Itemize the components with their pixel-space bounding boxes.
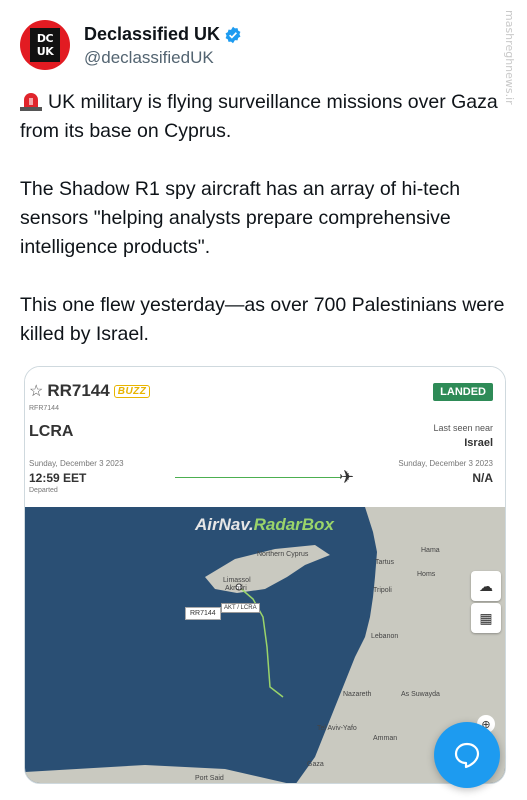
map-label-tel-aviv: Tel Aviv-Yafo [317, 725, 357, 732]
flight-title-row: ☆ RR7144 BUZZ [29, 381, 151, 401]
star-icon: ☆ [29, 383, 44, 400]
track-label: AKT / LCRA [221, 603, 260, 613]
map-label-homs: Homs [417, 571, 436, 578]
avatar-text-bottom: UK [36, 45, 54, 58]
airline-logo: BUZZ [113, 384, 151, 398]
message-bubble-icon [454, 742, 480, 769]
map-label-nazareth: Nazareth [343, 691, 372, 698]
callsign: RFR7144 [29, 405, 59, 412]
brand-main: AirNav. [195, 515, 254, 534]
message-bubble-button[interactable] [434, 722, 500, 788]
departure-date: Sunday, December 3 2023 [29, 459, 124, 468]
route-progress-line [175, 477, 341, 478]
tweet-paragraph-1-text: UK military is flying surveillance missi… [20, 91, 498, 142]
tweet-text: UK military is flying surveillance missi… [20, 88, 510, 378]
map-label-tripoli: Tripoli [373, 587, 392, 594]
arrival-date: Sunday, December 3 2023 [398, 459, 493, 468]
flight-tracker-image[interactable]: ☆ RR7144 BUZZ RFR7144 LANDED LCRA Last s… [24, 366, 506, 784]
flight-number: RR7144 [47, 381, 110, 400]
handle[interactable]: @declassifiedUK [84, 48, 214, 68]
map-label-akrotiri: Akrotiri [225, 585, 247, 592]
map-label-gaza: Gaza [307, 761, 324, 768]
rotating-light-icon [20, 93, 42, 111]
tweet-paragraph-3: This one flew yesterday—as over 700 Pale… [20, 294, 505, 345]
tweet-paragraph-1: UK military is flying surveillance missi… [20, 88, 510, 146]
avatar-logo: DC UK [30, 28, 60, 62]
last-seen-label: Last seen near [433, 423, 493, 433]
map-label-amman: Amman [373, 735, 398, 742]
arrival-value: N/A [472, 471, 493, 485]
departure-time: 12:59 EET [29, 471, 87, 485]
map-label-port-said: Port Said [195, 775, 224, 782]
flight-map: AirNav.RadarBox Northern Cyprus Limassol… [25, 507, 505, 783]
map-label-northern-cyprus: Northern Cyprus [257, 551, 309, 558]
map-label-lebanon: Lebanon [371, 633, 399, 640]
display-name[interactable]: Declassified UK [84, 24, 220, 45]
name-row: Declassified UK [84, 24, 242, 45]
tweet-header: DC UK Declassified UK @declassifiedUK [20, 18, 507, 74]
status-badge: LANDED [433, 383, 493, 401]
egypt-landmass [25, 765, 287, 783]
airplane-icon: ✈ [339, 467, 355, 487]
map-label-tartus: Tartus [375, 559, 395, 566]
map-label-hama: Hama [421, 547, 440, 554]
origin-airport: LCRA [29, 423, 74, 440]
map-label-limassol: Limassol [223, 577, 251, 584]
tweet-paragraph-2: The Shadow R1 spy aircraft has an array … [20, 178, 461, 258]
avatar[interactable]: DC UK [20, 20, 70, 70]
weather-layer-icon[interactable]: ☁ [471, 571, 501, 601]
airnav-logo: AirNav.RadarBox [195, 515, 334, 535]
last-seen-value: Israel [464, 437, 493, 449]
brand-accent: RadarBox [253, 515, 334, 534]
flight-info-panel: ☆ RR7144 BUZZ RFR7144 LANDED LCRA Last s… [25, 367, 505, 507]
map-label-as-suwayda: As Suwayda [401, 691, 440, 698]
departure-status: Departed [29, 487, 58, 494]
plane-tag: RR7144 [185, 607, 221, 620]
avatar-text-top: DC [36, 32, 54, 45]
map-layers-icon[interactable]: ▦ [471, 603, 501, 633]
verified-badge-icon [225, 26, 241, 43]
